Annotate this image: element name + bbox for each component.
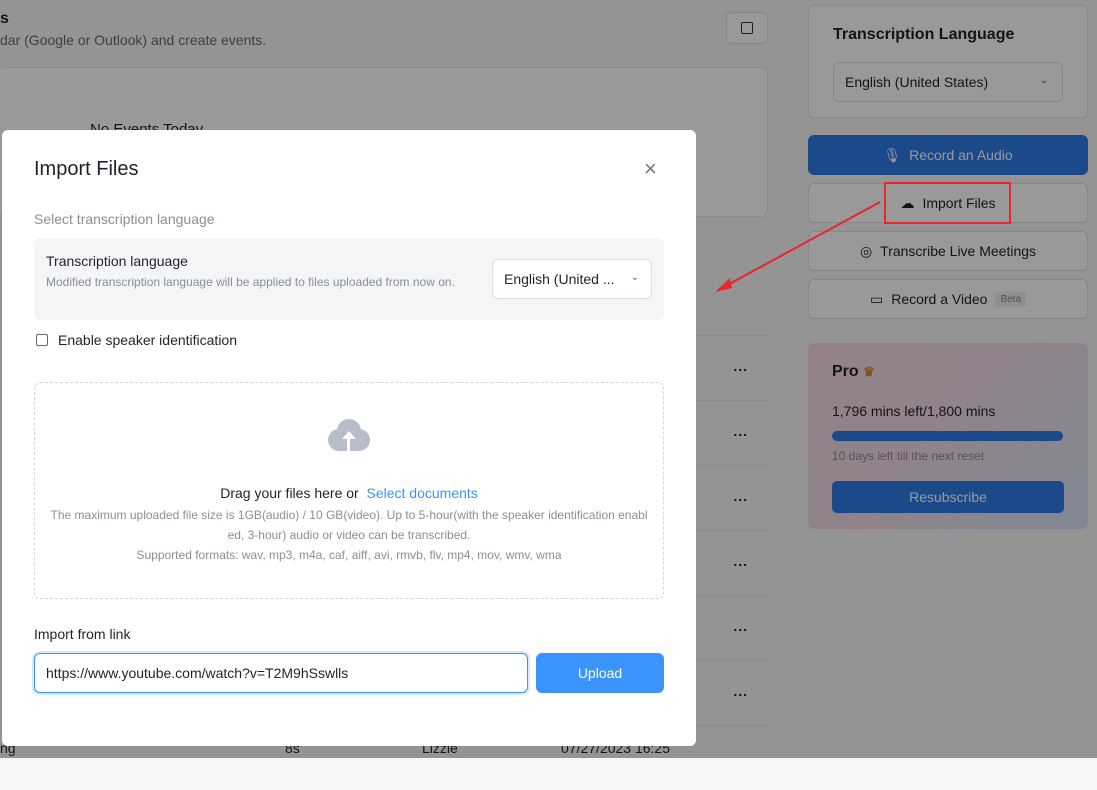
supported-formats-text: Supported formats: wav, mp3, m4a, caf, a… xyxy=(136,548,562,562)
close-icon[interactable]: × xyxy=(644,156,657,182)
import-link-input[interactable] xyxy=(34,653,528,693)
upload-button[interactable]: Upload xyxy=(536,653,664,693)
upload-limits-text: The maximum uploaded file size is 1GB(au… xyxy=(50,508,648,542)
annotation-arrow xyxy=(715,201,881,292)
section-label: Select transcription language xyxy=(34,211,215,227)
speaker-identification-checkbox[interactable]: Enable speaker identification xyxy=(36,332,237,348)
modal-language-value: English (United ... xyxy=(504,271,615,287)
import-files-dialog: Import Files × Select transcription lang… xyxy=(2,130,696,746)
file-drop-zone[interactable]: Drag your files here or Select documents… xyxy=(34,382,664,599)
dialog-title: Import Files xyxy=(34,158,139,180)
drop-instructions: Drag your files here or Select documents xyxy=(220,485,478,501)
select-documents-link[interactable]: Select documents xyxy=(367,485,478,501)
checkbox[interactable] xyxy=(36,334,48,346)
language-setting-hint: Modified transcription language will be … xyxy=(46,275,455,289)
language-setting-label: Transcription language xyxy=(46,253,188,269)
import-link-label: Import from link xyxy=(34,626,131,642)
language-setting-box: Transcription language Modified transcri… xyxy=(34,238,664,320)
speaker-identification-label: Enable speaker identification xyxy=(58,332,238,348)
annotation-highlight-box xyxy=(884,182,1011,224)
modal-language-select[interactable]: English (United ... ⌄ xyxy=(492,259,652,299)
cloud-upload-icon xyxy=(328,419,370,459)
chevron-down-icon: ⌄ xyxy=(630,272,639,283)
